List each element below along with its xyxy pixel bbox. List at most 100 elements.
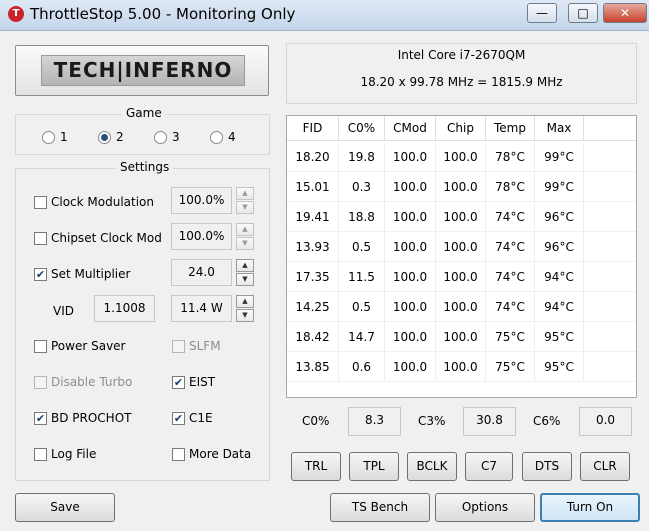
title-bar[interactable]: T ThrottleStop 5.00 - Monitoring Only — … bbox=[0, 0, 649, 31]
log-file-label: Log File bbox=[51, 447, 97, 461]
clr-button[interactable]: CLR bbox=[580, 452, 630, 481]
column-header-chip: Chip bbox=[436, 116, 486, 141]
set-multiplier-value: 24.0 bbox=[171, 259, 232, 286]
table-cell-spacer bbox=[584, 202, 636, 232]
settings-group-label: Settings bbox=[116, 160, 174, 174]
options-button[interactable]: Options bbox=[435, 493, 535, 522]
c0-stat-label: C0% bbox=[302, 414, 330, 428]
table-cell-temp: 75°C bbox=[486, 352, 535, 382]
table-cell-chip: 100.0 bbox=[436, 202, 486, 232]
set-multiplier-checkbox[interactable]: ✔ bbox=[34, 268, 47, 281]
table-cell-c0: 18.8 bbox=[339, 202, 385, 232]
cpu-info-panel: Intel Core i7-2670QM 18.20 x 99.78 MHz =… bbox=[286, 43, 637, 104]
table-cell-temp: 74°C bbox=[486, 292, 535, 322]
cpu-frequency: 18.20 x 99.78 MHz = 1815.9 MHz bbox=[360, 75, 563, 89]
bd-prochot-checkbox[interactable]: ✔ bbox=[34, 412, 47, 425]
more-data-checkbox[interactable] bbox=[172, 448, 185, 461]
trl-button[interactable]: TRL bbox=[291, 452, 341, 481]
table-cell-cmod: 100.0 bbox=[385, 262, 436, 292]
table-cell-max: 95°C bbox=[535, 352, 584, 382]
save-button[interactable]: Save bbox=[15, 493, 115, 522]
table-cell-temp: 78°C bbox=[486, 142, 535, 172]
slfm-checkbox[interactable] bbox=[172, 340, 185, 353]
radio-label: 3 bbox=[172, 130, 180, 144]
table-cell-max: 99°C bbox=[535, 142, 584, 172]
spin-up-icon[interactable]: ▲ bbox=[236, 223, 254, 236]
table-cell-spacer bbox=[584, 262, 636, 292]
tpl-button[interactable]: TPL bbox=[349, 452, 399, 481]
radio-label: 4 bbox=[228, 130, 236, 144]
spin-down-icon[interactable]: ▼ bbox=[236, 237, 254, 250]
bclk-button[interactable]: BCLK bbox=[407, 452, 457, 481]
spin-up-icon[interactable]: ▲ bbox=[236, 295, 254, 308]
table-cell-max: 94°C bbox=[535, 292, 584, 322]
dts-button[interactable]: DTS bbox=[522, 452, 572, 481]
table-cell-cmod: 100.0 bbox=[385, 142, 436, 172]
clock-modulation-checkbox[interactable] bbox=[34, 196, 47, 209]
table-cell-temp: 75°C bbox=[486, 322, 535, 352]
disable-turbo-checkbox[interactable] bbox=[34, 376, 47, 389]
table-cell-cmod: 100.0 bbox=[385, 202, 436, 232]
spin-up-icon[interactable]: ▲ bbox=[236, 259, 254, 272]
table-cell-spacer bbox=[584, 292, 636, 322]
table-cell-spacer bbox=[584, 232, 636, 262]
clock-modulation-spinner[interactable]: ▲ ▼ bbox=[236, 187, 254, 214]
slfm-label: SLFM bbox=[189, 339, 221, 353]
table-cell-c0: 11.5 bbox=[339, 262, 385, 292]
table-cell-c0: 0.6 bbox=[339, 352, 385, 382]
power-saver-checkbox[interactable] bbox=[34, 340, 47, 353]
settings-group bbox=[15, 168, 270, 481]
table-cell-chip: 100.0 bbox=[436, 232, 486, 262]
turn-on-button[interactable]: Turn On bbox=[540, 493, 640, 522]
table-cell-spacer bbox=[584, 172, 636, 202]
spin-down-icon[interactable]: ▼ bbox=[236, 201, 254, 214]
table-row-divider bbox=[287, 381, 636, 382]
set-multiplier-spinner[interactable]: ▲ ▼ bbox=[236, 259, 254, 286]
vid-value: 1.1008 bbox=[94, 295, 155, 322]
monitor-table[interactable]: FID C0% CMod Chip Temp Max 18.20 19.8 100.… bbox=[286, 115, 637, 398]
clock-modulation-label: Clock Modulation bbox=[51, 195, 155, 209]
table-cell-c0: 14.7 bbox=[339, 322, 385, 352]
c7-button[interactable]: C7 bbox=[465, 452, 513, 481]
table-cell-max: 95°C bbox=[535, 322, 584, 352]
spin-up-icon[interactable]: ▲ bbox=[236, 187, 254, 200]
radio-button[interactable] bbox=[98, 131, 111, 144]
disable-turbo-label: Disable Turbo bbox=[51, 375, 133, 389]
more-data-label: More Data bbox=[189, 447, 252, 461]
chipset-clock-mod-spinner[interactable]: ▲ ▼ bbox=[236, 223, 254, 250]
table-cell-cmod: 100.0 bbox=[385, 322, 436, 352]
table-cell-fid: 18.20 bbox=[287, 142, 339, 172]
radio-button[interactable] bbox=[210, 131, 223, 144]
eist-checkbox[interactable]: ✔ bbox=[172, 376, 185, 389]
table-cell-fid: 19.41 bbox=[287, 202, 339, 232]
c1e-checkbox[interactable]: ✔ bbox=[172, 412, 185, 425]
table-cell-c0: 0.5 bbox=[339, 292, 385, 322]
table-cell-fid: 17.35 bbox=[287, 262, 339, 292]
radio-button[interactable] bbox=[154, 131, 167, 144]
table-cell-spacer bbox=[584, 322, 636, 352]
c1e-label: C1E bbox=[189, 411, 213, 425]
spin-down-icon[interactable]: ▼ bbox=[236, 273, 254, 286]
chipset-clock-mod-checkbox[interactable] bbox=[34, 232, 47, 245]
window-title: ThrottleStop 5.00 - Monitoring Only bbox=[30, 5, 296, 23]
close-button[interactable]: ✕ bbox=[603, 3, 647, 23]
minimize-button[interactable]: — bbox=[527, 3, 557, 23]
table-cell-chip: 100.0 bbox=[436, 262, 486, 292]
techinferno-logo-button[interactable]: TECH|INFERNO bbox=[15, 45, 269, 96]
table-cell-cmod: 100.0 bbox=[385, 172, 436, 202]
ts-bench-button[interactable]: TS Bench bbox=[330, 493, 430, 522]
table-cell-max: 99°C bbox=[535, 172, 584, 202]
c3-stat-value: 30.8 bbox=[463, 407, 516, 436]
game-group-label: Game bbox=[122, 106, 166, 120]
table-cell-c0: 0.3 bbox=[339, 172, 385, 202]
column-header-c0: C0% bbox=[339, 116, 385, 141]
eist-label: EIST bbox=[189, 375, 216, 389]
table-cell-fid: 13.85 bbox=[287, 352, 339, 382]
radio-button[interactable] bbox=[42, 131, 55, 144]
table-cell-max: 96°C bbox=[535, 202, 584, 232]
vid-spinner[interactable]: ▲ ▼ bbox=[236, 295, 254, 322]
log-file-checkbox[interactable] bbox=[34, 448, 47, 461]
spin-down-icon[interactable]: ▼ bbox=[236, 309, 254, 322]
column-header-spacer bbox=[584, 116, 636, 141]
maximize-button[interactable]: □ bbox=[568, 3, 598, 23]
